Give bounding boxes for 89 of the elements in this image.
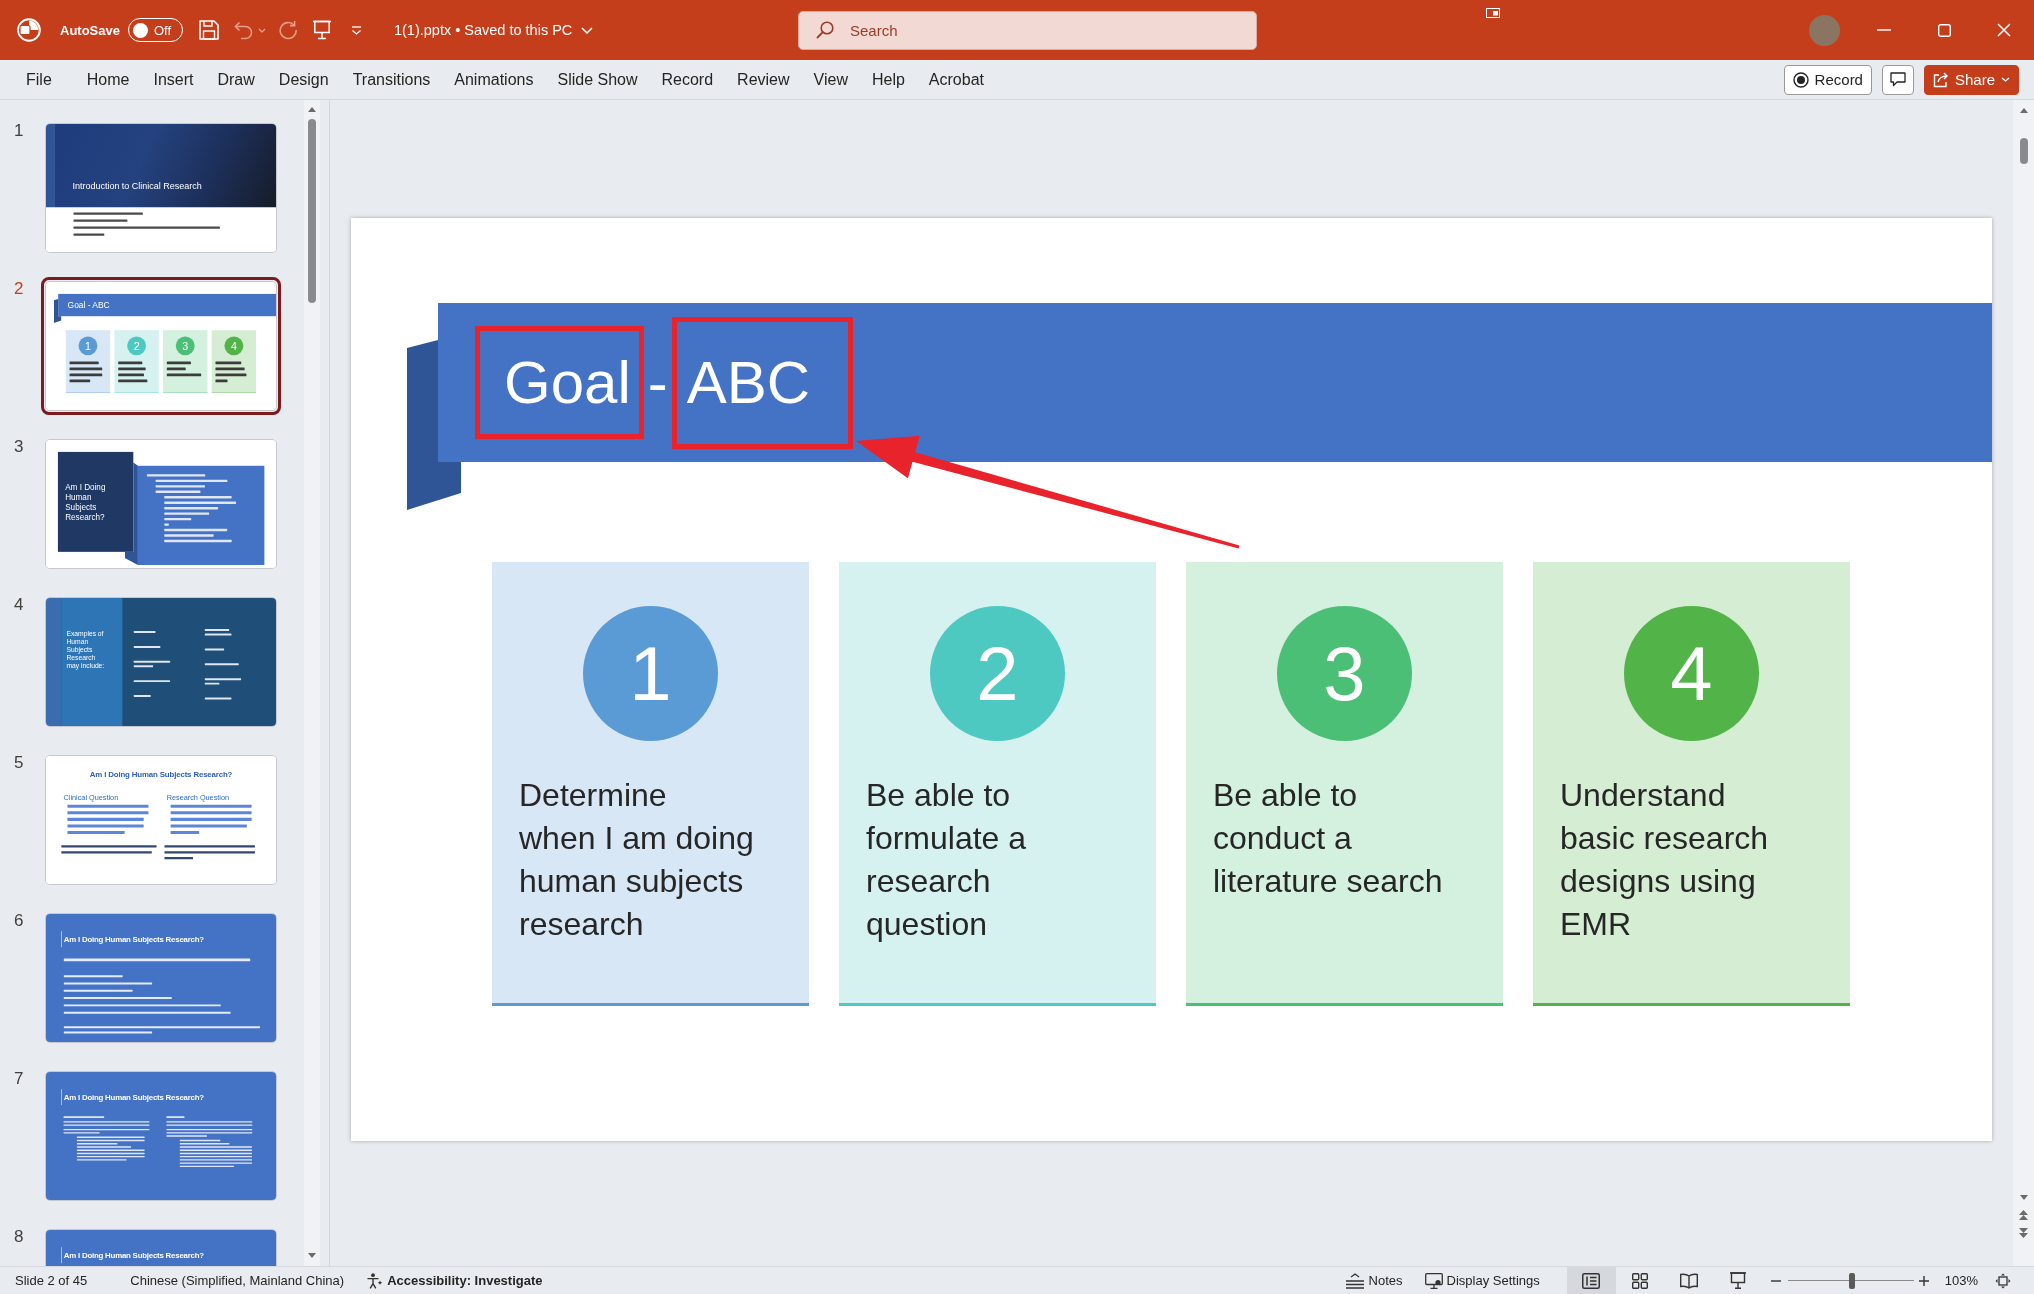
comment-icon (1889, 72, 1906, 87)
search-icon (816, 21, 834, 39)
slide-counter: Slide 2 of 45 (15, 1273, 88, 1288)
ribbon-tab[interactable]: Draw (205, 60, 267, 99)
title-text: Goal (504, 347, 631, 418)
title-text: ABC (686, 347, 811, 418)
step-number: 4 (1624, 606, 1759, 741)
fit-to-window-icon[interactable] (1995, 1272, 2011, 1289)
share-icon (1932, 71, 1949, 88)
goal-text: Understand basic research designs using EMR (1560, 776, 1770, 944)
slide-number: 8 (14, 1228, 24, 1246)
save-icon[interactable] (198, 20, 219, 40)
maximize-icon[interactable] (1937, 23, 1951, 37)
scrollbar-thumb[interactable] (2019, 138, 2028, 164)
scroll-down-icon[interactable] (308, 1253, 316, 1258)
scrollbar-thumb[interactable] (308, 119, 316, 303)
scroll-up-icon[interactable] (308, 107, 316, 112)
text-lines-drawing (166, 361, 202, 377)
display-settings-icon (1424, 1272, 1443, 1289)
record-button[interactable]: Record (1783, 64, 1872, 95)
ribbon-tab[interactable]: Slide Show (545, 60, 650, 99)
record-icon (1792, 71, 1809, 88)
step-number: 2 (127, 336, 147, 356)
caret-icon (2001, 77, 2010, 82)
app-logo-icon[interactable] (17, 18, 41, 42)
close-icon[interactable] (1997, 23, 2011, 37)
goal-text: Be able to formulate a research question (866, 776, 1028, 944)
notes-icon (1344, 1272, 1365, 1289)
slide-number: 5 (14, 754, 24, 772)
slide-number: 4 (14, 596, 24, 614)
zoom-in-icon[interactable] (1918, 1275, 1929, 1286)
accessibility-button[interactable]: Accessibility: Investigate (366, 1267, 543, 1294)
step-number: 1 (583, 606, 718, 741)
slide-number: 1 (14, 122, 24, 140)
text-lines-drawing (69, 361, 104, 383)
ribbon-tab[interactable]: File (14, 60, 64, 99)
step-number: 4 (224, 336, 244, 356)
title-text: - (647, 347, 668, 418)
chevron-down-icon (581, 26, 594, 34)
ribbon-tab[interactable]: Record (649, 60, 726, 99)
step-number: 3 (175, 336, 195, 356)
step-number: 3 (1277, 606, 1412, 741)
comment-button[interactable] (1881, 64, 1914, 95)
previous-slide-icon[interactable] (2019, 1210, 2028, 1220)
next-slide-icon[interactable] (2019, 1228, 2028, 1238)
language-indicator[interactable]: Chinese (Simplified, Mainland China) (130, 1273, 345, 1288)
slide-title: Am I Doing Human Subjects Research? (65, 482, 107, 522)
slide-number: 3 (14, 438, 24, 456)
zoom-level[interactable]: 103% (1944, 1273, 1978, 1288)
ribbon-tab[interactable]: Help (859, 60, 917, 99)
slide-title: Goal - ABC (67, 300, 110, 311)
notes-button[interactable]: Notes (1344, 1267, 1403, 1294)
slide-thumbnail[interactable]: Goal - ABC 1 2 3 4 (41, 277, 281, 415)
zoom-slider-thumb[interactable] (1849, 1272, 1855, 1289)
accessibility-icon (366, 1272, 384, 1289)
slide-number: 2 (14, 280, 24, 298)
reading-view-icon (1680, 1272, 1699, 1289)
normal-view-icon (1582, 1272, 1601, 1289)
step-number: 1 (78, 336, 98, 356)
zoom-out-icon[interactable] (1770, 1279, 1781, 1282)
goal-text: Be able to conduct a literature search (1213, 776, 1444, 901)
ribbon-tab[interactable]: Animations (442, 60, 546, 99)
window-icon[interactable] (1486, 8, 1500, 18)
customize-chevron-icon[interactable] (350, 25, 362, 35)
ribbon-tab[interactable]: Acrobat (916, 60, 996, 99)
presentation-icon[interactable] (311, 20, 332, 40)
goal-text: Determine when I am doing human subjects research (519, 776, 755, 944)
ribbon-tab[interactable]: View (801, 60, 860, 99)
slide-number: 6 (14, 912, 24, 930)
ribbon-tab[interactable]: Home (74, 60, 142, 99)
slide-sorter-icon (1632, 1272, 1649, 1289)
scroll-down-icon[interactable] (2019, 1195, 2028, 1200)
ribbon-tab[interactable]: Insert (141, 60, 206, 99)
autosave-label: AutoSave (60, 22, 120, 38)
step-number: 2 (930, 606, 1065, 741)
view-button[interactable] (1566, 1267, 1616, 1294)
ribbon-tab[interactable]: Review (725, 60, 802, 99)
scroll-up-icon[interactable] (2019, 108, 2028, 113)
document-title-button[interactable]: 1(1).pptx • Saved to this PC (393, 22, 594, 38)
slide-title: Introduction to Clinical Research (72, 180, 202, 192)
toggle-knob (132, 22, 148, 38)
ribbon-tab[interactable]: Transitions (340, 60, 443, 99)
share-button[interactable]: Share (1923, 64, 2019, 95)
banner-fold-shape (53, 299, 62, 323)
slide-number: 7 (14, 1070, 24, 1088)
search-field[interactable]: Search (798, 10, 1257, 50)
ribbon-tab[interactable]: Design (266, 60, 341, 99)
slideshow-icon (1730, 1272, 1747, 1289)
display-settings-button[interactable]: Display Settings (1424, 1267, 1540, 1294)
